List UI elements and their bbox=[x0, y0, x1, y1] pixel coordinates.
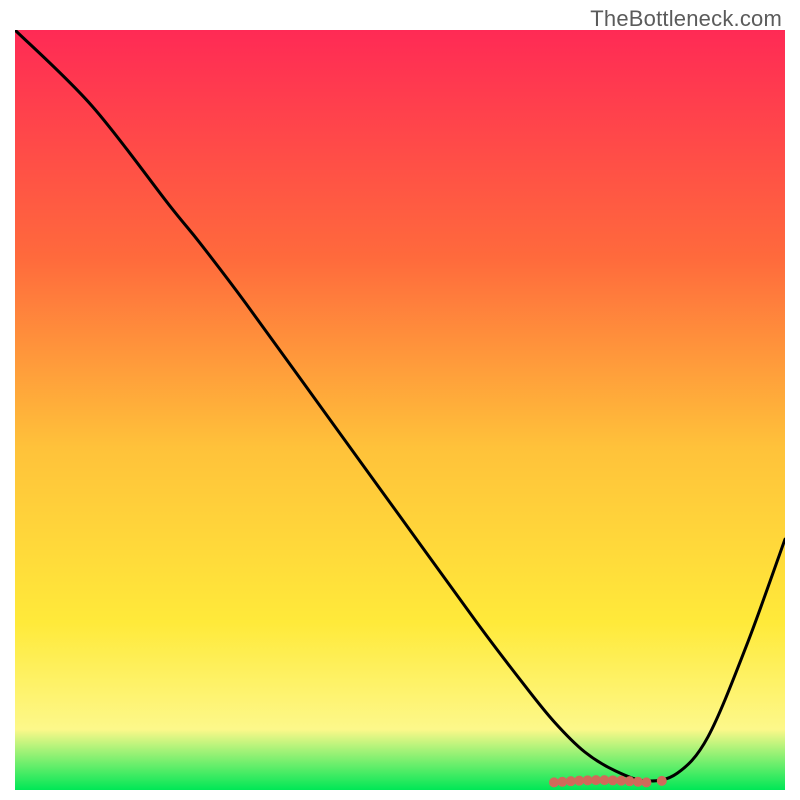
chart-svg bbox=[15, 30, 785, 790]
marker-dot bbox=[641, 777, 651, 787]
bottleneck-chart bbox=[15, 30, 785, 790]
chart-background bbox=[15, 30, 785, 790]
marker-dot-outlier bbox=[657, 776, 667, 786]
watermark-text: TheBottleneck.com bbox=[590, 6, 782, 32]
